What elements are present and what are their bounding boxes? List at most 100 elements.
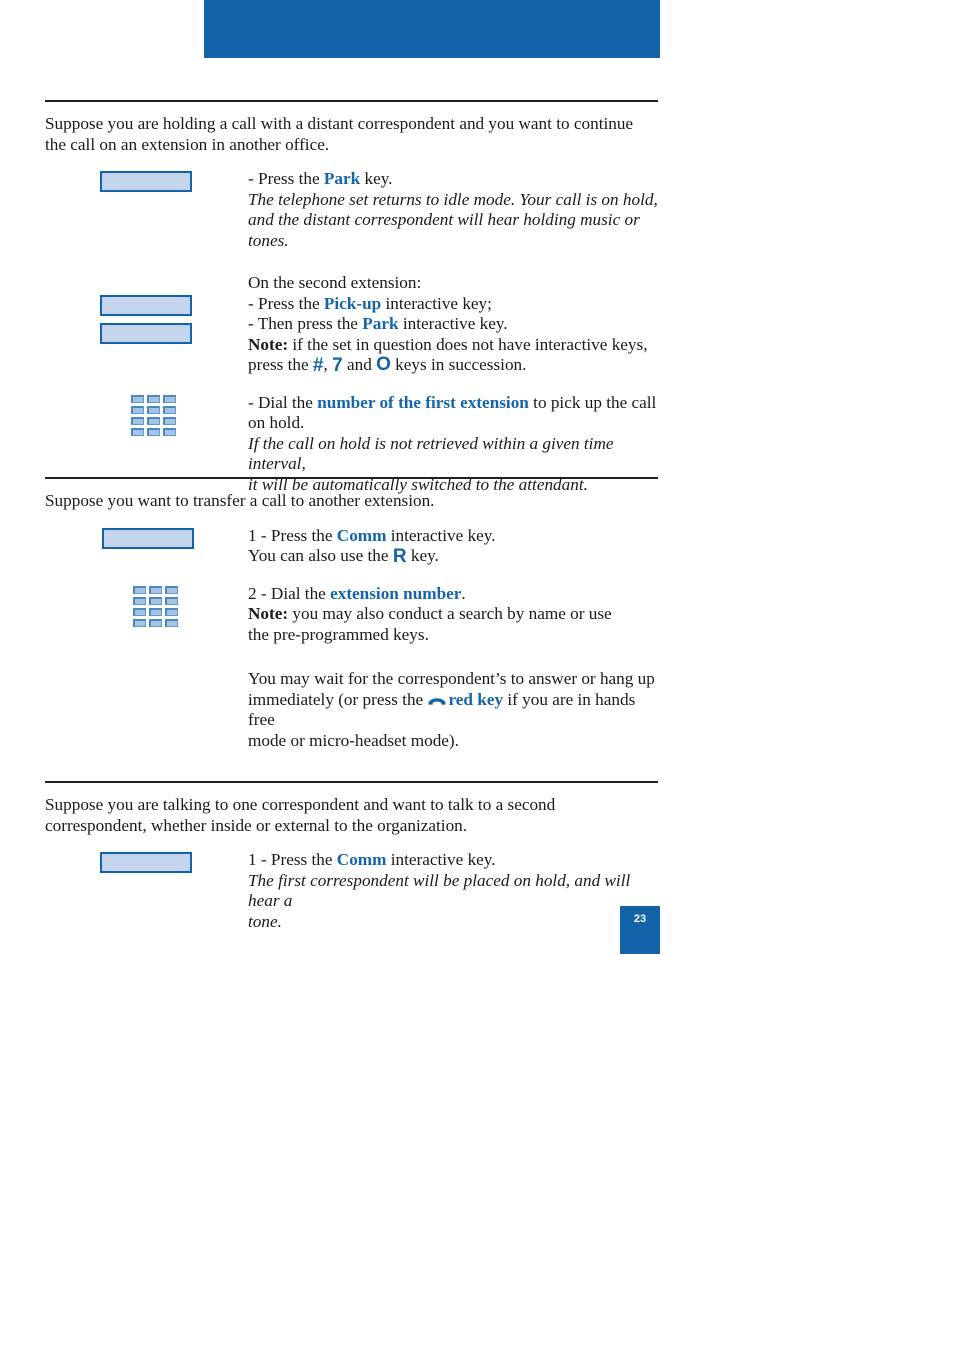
key-label-park: Park: [362, 314, 399, 333]
step-line: 1 - Press the Comm interactive key.: [248, 850, 658, 871]
step-text: 2 - Dial the extension number. Note: you…: [248, 584, 658, 646]
keypad-key: [147, 416, 160, 425]
header-banner: [204, 0, 660, 58]
keypad-key: [149, 607, 162, 616]
step-row: - Press the Park key. The telephone set …: [45, 169, 658, 251]
note-text: and the distant correspondent will hear …: [248, 210, 640, 250]
key-label-extension-number: extension number: [330, 583, 462, 603]
note-label: Note:: [248, 334, 289, 354]
step-text: 1 - Press the Comm interactive key. You …: [248, 526, 658, 568]
step-text: You may wait for the correspondent’s to …: [248, 669, 658, 751]
step-line: - Dial the number of the first extension…: [248, 393, 658, 414]
section-divider: [45, 781, 658, 783]
step-line: The telephone set returns to idle mode. …: [248, 190, 658, 211]
step-line: If the call on hold is not retrieved wit…: [248, 434, 658, 475]
step-line: mode or micro-headset mode).: [248, 731, 658, 752]
section-intro: Suppose you want to transfer a call to a…: [45, 491, 435, 510]
keypad-key: [149, 596, 162, 605]
keypad-key: [133, 618, 146, 627]
step-text: 1 - Press the Comm interactive key. The …: [248, 850, 658, 932]
keypad-key: [163, 405, 176, 414]
keypad-key: [163, 416, 176, 425]
step-line: tone.: [248, 912, 658, 933]
step-line: press the #, 7 and O keys in succession.: [248, 354, 658, 377]
keypad-key: [163, 427, 176, 436]
key-label-comm: Comm: [336, 850, 387, 869]
text-segment: You may wait for the correspondent’s to …: [248, 669, 655, 688]
softkey-group: [100, 852, 192, 873]
keypad-key: [131, 394, 144, 403]
softkey-group: [102, 527, 194, 549]
keypad-key: [165, 607, 178, 616]
note-text: The telephone set returns to idle mode. …: [248, 189, 658, 209]
keypad-key: [131, 416, 144, 425]
seven-key-icon: 7: [332, 355, 343, 376]
step-line: Note: you may also conduct a search by n…: [248, 604, 658, 625]
step-line: the pre-programmed keys.: [248, 625, 658, 646]
text-segment: 2 - Dial the: [248, 583, 331, 603]
text-segment: interactive key;: [381, 293, 492, 313]
step-line: - Press the Park key.: [248, 169, 658, 190]
dial-keypad-icon[interactable]: [133, 585, 178, 627]
keypad-key: [147, 405, 160, 414]
r-key-icon: R: [392, 546, 407, 567]
step-text: On the second extension: - Press the Pic…: [248, 273, 658, 377]
keypad-key: [133, 607, 146, 616]
note-label: Note:: [248, 604, 289, 623]
interactive-key-comm[interactable]: [102, 527, 194, 549]
text-segment: 1 - Press the: [248, 850, 337, 869]
step-row: You may wait for the correspondent’s to …: [45, 669, 658, 751]
note-text: tone.: [248, 911, 282, 931]
dial-keypad-icon[interactable]: [131, 394, 176, 436]
key-label-comm: Comm: [336, 525, 387, 545]
keypad-key: [149, 585, 162, 594]
text-segment: - Press the: [248, 293, 324, 313]
note-text: The first correspondent will be placed o…: [248, 870, 631, 911]
step-line: and the distant correspondent will hear …: [248, 210, 658, 251]
interactive-key-park[interactable]: [100, 323, 192, 344]
step-line: On the second extension:: [248, 273, 658, 294]
keypad-group: [131, 394, 176, 436]
text-segment: - Then press the: [248, 314, 363, 333]
hash-key-icon: #: [312, 355, 324, 376]
interactive-key-park[interactable]: [100, 171, 192, 192]
keypad-key: [147, 427, 160, 436]
text-segment: mode or micro-headset mode).: [248, 730, 459, 750]
text-segment: .: [461, 583, 466, 603]
text-segment: on hold.: [248, 413, 305, 432]
text-segment: - Dial the: [248, 392, 318, 412]
text-segment: to pick up the call: [528, 392, 657, 412]
section-transferring-a-call: Suppose you want to transfer a call to a…: [45, 477, 658, 755]
interactive-key-pickup[interactable]: [100, 295, 192, 316]
section-intro: Suppose you are holding a call with a di…: [45, 114, 634, 154]
text-segment: key.: [406, 546, 439, 565]
softkey-group: [100, 295, 192, 344]
text-segment: the pre-programmed keys.: [248, 624, 429, 644]
step-row: 1 - Press the Comm interactive key. The …: [45, 850, 658, 932]
text-segment: 1 - Press the: [248, 525, 337, 545]
text-segment: interactive key.: [386, 850, 496, 869]
text-segment: keys in succession.: [390, 355, 527, 374]
key-label-red-key: red key: [448, 689, 504, 709]
hangup-handset-icon: [428, 691, 446, 705]
text-segment: and: [342, 355, 377, 374]
step-line: - Press the Pick-up interactive key;: [248, 294, 658, 315]
step-line: The first correspondent will be placed o…: [248, 871, 658, 912]
text-segment: key.: [360, 169, 393, 188]
text-segment: - Press the: [248, 169, 324, 188]
step-line: - Then press the Park interactive key.: [248, 314, 658, 335]
step-line: 2 - Dial the extension number.: [248, 584, 658, 605]
section-intro: Suppose you are talking to one correspon…: [45, 795, 556, 835]
text-segment: You can also use the: [248, 546, 393, 565]
interactive-key-comm[interactable]: [100, 852, 192, 873]
keypad-key: [131, 405, 144, 414]
keypad-group: [133, 585, 178, 627]
key-label-first-extension: number of the first extension: [317, 392, 529, 412]
step-line: Note: if the set in question does not ha…: [248, 335, 658, 356]
note-text: If the call on hold is not retrieved wit…: [248, 433, 614, 474]
keypad-key: [163, 394, 176, 403]
step-line: 1 - Press the Comm interactive key.: [248, 526, 658, 547]
zero-key-icon: O: [376, 354, 391, 375]
page-number-badge: 23: [620, 906, 660, 954]
step-row: On the second extension: - Press the Pic…: [45, 273, 658, 377]
